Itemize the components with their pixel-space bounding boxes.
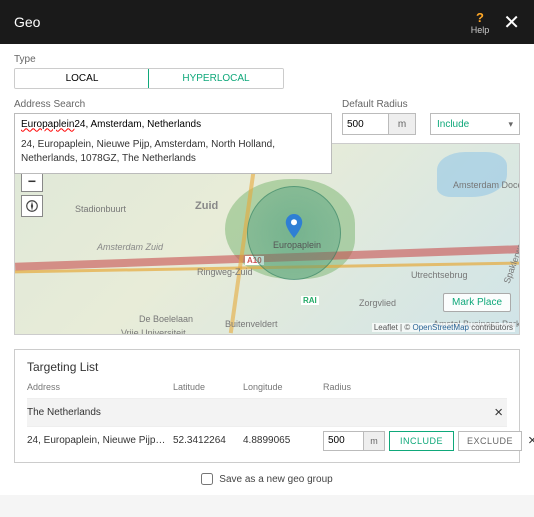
address-suggestion[interactable]: 24, Europaplein, Nieuwe Pijp, Amsterdam,… [14,133,332,174]
include-spacer [430,99,520,110]
mark-place-button[interactable]: Mark Place [443,293,511,312]
targeting-header: Address Latitude Longitude Radius [27,380,507,398]
tab-hyperlocal[interactable]: HYPERLOCAL [148,68,284,89]
save-label: Save as a new geo group [219,474,332,485]
chevron-down-icon: ▾ [508,119,513,130]
include-select[interactable]: Include ▾ [430,113,520,135]
type-label: Type [14,54,520,65]
table-group-row: The Netherlands × [27,398,507,426]
map-pin-icon[interactable] [285,214,303,238]
targeting-list: Targeting List Address Latitude Longitud… [14,349,520,463]
row-radius-input[interactable] [323,431,363,451]
help-label: Help [471,25,490,35]
row-address: 24, Europaplein, Nieuwe Pijp, Amst… [27,435,173,446]
help-button[interactable]: ? Help [471,10,490,35]
map-attribution: Leaflet | © OpenStreetMap contributors [372,323,515,332]
radius-unit: m [388,113,416,135]
col-lon: Longitude [243,382,323,392]
zoom-out-button[interactable]: − [22,171,42,191]
col-address: Address [27,382,173,392]
row-exclude-button[interactable]: EXCLUDE [458,431,522,451]
tab-local[interactable]: LOCAL [15,69,149,88]
include-selected: Include [437,119,469,130]
header-actions: ? Help ✕ [471,10,520,35]
row-lon: 4.8899065 [243,435,323,446]
save-checkbox[interactable] [201,473,213,485]
include-col: Include ▾ [430,99,520,135]
row-radius-unit: m [363,431,385,451]
remove-group-button[interactable]: × [488,404,507,421]
row-radius: m [323,431,385,451]
save-row: Save as a new geo group [14,463,520,495]
default-radius-input[interactable] [342,113,388,135]
group-name: The Netherlands [27,407,488,418]
content: Type LOCAL HYPERLOCAL Address Search Eur… [0,44,534,495]
address-search-col: Address Search Europaplein 24, Amsterdam… [14,99,332,135]
address-search-label: Address Search [14,99,332,110]
header: Geo ? Help ✕ [0,0,534,44]
table-row: 24, Europaplein, Nieuwe Pijp, Amst… 52.3… [27,426,507,454]
close-button[interactable]: ✕ [503,10,520,35]
search-radius-row: Address Search Europaplein 24, Amsterdam… [14,99,520,135]
osm-link[interactable]: OpenStreetMap [412,323,468,332]
col-radius: Radius [323,382,373,392]
page-title: Geo [14,14,40,30]
locate-button[interactable] [21,195,43,217]
remove-row-button[interactable]: × [522,432,534,449]
type-tabs: LOCAL HYPERLOCAL [14,68,284,89]
targeting-title: Targeting List [27,360,507,374]
row-include-button[interactable]: INCLUDE [389,431,454,451]
default-radius-label: Default Radius [342,99,420,110]
help-icon: ? [476,10,484,25]
row-lat: 52.3412264 [173,435,243,446]
address-search-input[interactable]: Europaplein 24, Amsterdam, Netherlands [14,113,332,135]
col-lat: Latitude [173,382,243,392]
default-radius-col: Default Radius m [342,99,420,135]
pin-label: Europaplein [273,240,321,250]
compass-icon [25,199,39,213]
